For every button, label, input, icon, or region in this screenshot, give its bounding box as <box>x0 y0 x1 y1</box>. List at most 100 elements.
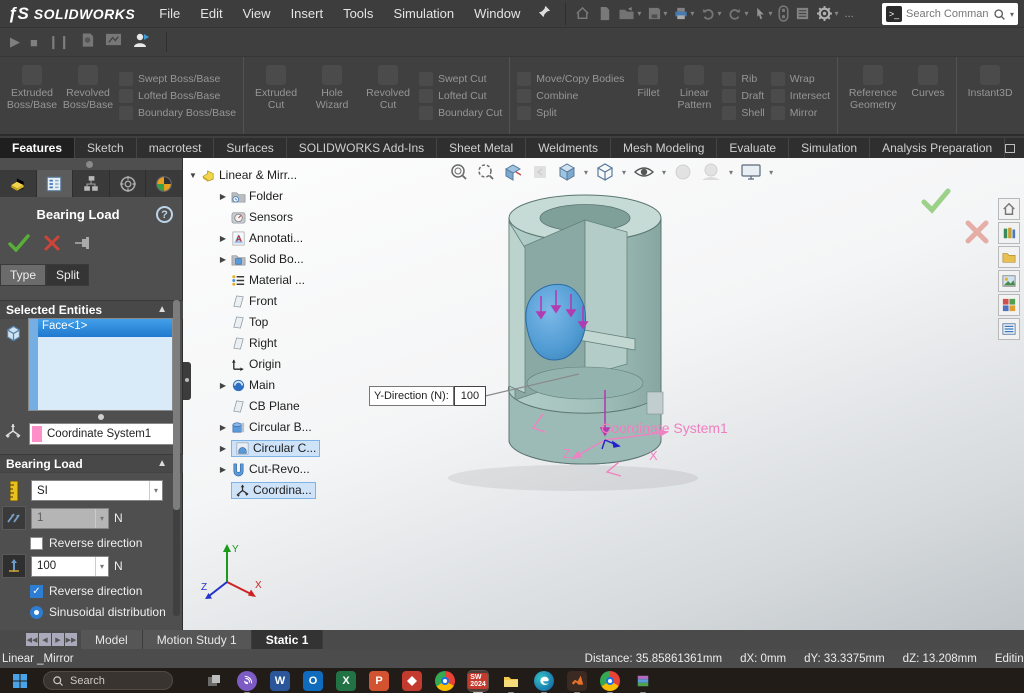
menu-insert[interactable]: Insert <box>281 0 334 28</box>
stop-icon[interactable]: ■ <box>30 35 38 50</box>
pin-menu-icon[interactable] <box>538 5 551 23</box>
tree-item-main[interactable]: ▶Main <box>218 376 275 394</box>
selected-entities-header[interactable]: Selected Entities ▲ <box>0 300 183 319</box>
tab-scroll-arrows[interactable]: ◀◀◀▶▶▶ <box>0 630 81 649</box>
solidworks-taskbar-icon[interactable]: SW2024 <box>468 671 488 691</box>
lofted-boss-button[interactable]: Lofted Boss/Base <box>119 89 236 103</box>
hide-show-dropdown[interactable]: ▾ <box>662 168 666 177</box>
pause-icon[interactable]: ❙❙ <box>48 34 70 50</box>
configurationmanager-tab[interactable] <box>73 170 110 197</box>
scene-icon[interactable] <box>700 162 722 182</box>
view-palette-icon[interactable] <box>998 270 1020 292</box>
tree-item-material[interactable]: Material ... <box>218 271 305 289</box>
dimxpertmanager-tab[interactable] <box>110 170 147 197</box>
tree-item-circular-c[interactable]: ▶Circular C... <box>218 439 320 457</box>
y-force-input[interactable]: 100▾ <box>31 556 109 577</box>
word-icon[interactable]: W <box>270 671 290 691</box>
dock-pane-left-icon[interactable] <box>1005 144 1015 153</box>
fillet-button[interactable]: Fillet <box>627 60 669 131</box>
tab-weldments[interactable]: Weldments <box>526 138 611 158</box>
reverse-direction-label-1[interactable]: Reverse direction <box>49 536 142 550</box>
mirror-button[interactable]: Mirror <box>771 106 830 120</box>
tab-mesh-modeling[interactable]: Mesh Modeling <box>611 138 717 158</box>
view-settings-dropdown[interactable]: ▾ <box>769 168 773 177</box>
curves-button[interactable]: Curves <box>904 60 952 131</box>
compare-results-icon[interactable] <box>105 32 122 52</box>
menu-file[interactable]: File <box>149 0 190 28</box>
select-button[interactable]: ▾ <box>752 4 774 23</box>
play-icon[interactable]: ▶ <box>10 34 20 50</box>
tree-item-coordinate-system[interactable]: Coordina... <box>218 481 316 499</box>
reverse-direction-checkbox-1[interactable] <box>30 537 43 550</box>
shared-user-icon[interactable] <box>132 31 150 54</box>
tab-surfaces[interactable]: Surfaces <box>214 138 286 158</box>
tree-item-top-plane[interactable]: Top <box>218 313 268 331</box>
tab-simulation[interactable]: Simulation <box>789 138 870 158</box>
menu-simulation[interactable]: Simulation <box>383 0 464 28</box>
new-document-button[interactable] <box>595 4 614 23</box>
search-input[interactable]: Search Command <box>906 8 989 20</box>
extruded-boss-button[interactable]: Extruded Boss/Base <box>4 60 60 131</box>
home-tab-icon[interactable] <box>998 198 1020 220</box>
tree-item-circular-b[interactable]: ▶Circular B... <box>218 418 312 436</box>
tree-item-annotations[interactable]: ▶AAnnotati... <box>218 229 303 247</box>
collapse-chevron-icon[interactable]: ▲ <box>157 304 167 315</box>
equations-button[interactable]: Equations <box>1019 60 1024 131</box>
tab-addins[interactable]: SOLIDWORKS Add-Ins <box>287 138 437 158</box>
menu-tools[interactable]: Tools <box>333 0 383 28</box>
lofted-cut-button[interactable]: Lofted Cut <box>419 89 502 103</box>
search-dropdown-icon[interactable]: ▾ <box>1010 10 1014 19</box>
sinusoidal-label[interactable]: Sinusoidal distribution <box>49 605 166 619</box>
static-study-tab[interactable]: Static 1 <box>252 630 324 649</box>
pin-button[interactable] <box>74 236 92 255</box>
reverse-direction-label-2[interactable]: Reverse direction <box>49 584 142 598</box>
split-button[interactable]: Split <box>517 106 624 120</box>
view-orientation-icon[interactable] <box>557 162 577 182</box>
ok-button[interactable] <box>8 234 30 257</box>
shell-button[interactable]: Shell <box>722 106 764 120</box>
section-view-icon[interactable] <box>503 162 523 182</box>
tree-item-cb-plane[interactable]: CB Plane <box>218 397 300 415</box>
tree-item-root[interactable]: ▼Linear & Mirr... <box>188 166 297 184</box>
excel-icon[interactable]: X <box>336 671 356 691</box>
options-gear-button[interactable]: ▾ <box>814 3 840 24</box>
model-tab[interactable]: Model <box>81 630 143 649</box>
menu-window[interactable]: Window <box>464 0 530 28</box>
zoom-area-icon[interactable] <box>476 162 496 182</box>
panel-splitter-grip[interactable] <box>183 362 191 400</box>
extruded-cut-button[interactable]: Extruded Cut <box>248 60 304 131</box>
appearance-icon[interactable] <box>673 162 693 182</box>
tab-macrotest[interactable]: macrotest <box>137 138 215 158</box>
list-resize-grip[interactable] <box>98 414 104 420</box>
explorer-icon[interactable] <box>501 671 521 691</box>
tree-item-folder[interactable]: ▶Folder <box>218 187 283 205</box>
tree-item-front-plane[interactable]: Front <box>218 292 277 310</box>
tab-features[interactable]: Features <box>0 138 75 158</box>
confirm-ok-icon[interactable] <box>921 188 951 219</box>
file-properties-button[interactable] <box>793 4 812 23</box>
start-button[interactable] <box>10 671 30 691</box>
tab-sheet-metal[interactable]: Sheet Metal <box>437 138 526 158</box>
revolved-boss-button[interactable]: Revolved Boss/Base <box>60 60 116 131</box>
linear-pattern-button[interactable]: Linear Pattern <box>669 60 719 131</box>
unit-system-select[interactable]: SI▾ <box>31 480 163 501</box>
taskbar-search[interactable]: Search <box>43 671 173 690</box>
task-view-icon[interactable] <box>204 671 224 691</box>
appearances-scenes-icon[interactable] <box>998 294 1020 316</box>
home-button[interactable] <box>572 4 593 23</box>
winrar-icon[interactable] <box>633 671 653 691</box>
view-orientation-dropdown[interactable]: ▾ <box>584 168 588 177</box>
tree-item-cut-revolve[interactable]: ▶Cut-Revo... <box>218 460 310 478</box>
menu-view[interactable]: View <box>233 0 281 28</box>
tab-sketch[interactable]: Sketch <box>75 138 137 158</box>
undo-button[interactable]: ▾ <box>698 5 723 23</box>
zoom-fit-icon[interactable] <box>449 162 469 182</box>
hide-show-icon[interactable] <box>633 162 655 182</box>
display-style-icon[interactable] <box>595 162 615 182</box>
swept-cut-button[interactable]: Swept Cut <box>419 72 502 86</box>
reference-geometry-button[interactable]: Reference Geometry <box>842 60 904 131</box>
toolbar-overflow-button[interactable]: ... <box>843 6 856 22</box>
displaymanager-tab[interactable] <box>146 170 183 197</box>
design-library-icon[interactable] <box>998 222 1020 244</box>
chrome2-icon[interactable] <box>600 671 620 691</box>
